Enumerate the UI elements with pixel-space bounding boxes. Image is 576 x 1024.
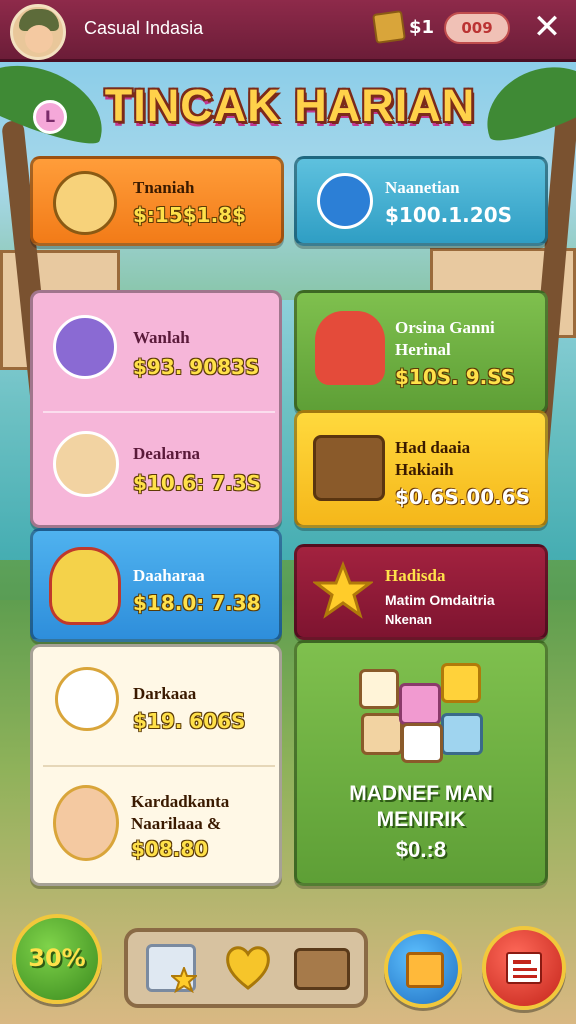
shop-card-skyblue[interactable]: Daaharaa $18.0: 7.38 (30, 528, 282, 642)
blocks-icon (355, 657, 495, 767)
shop-card-bundle[interactable]: MADNEF MAN MENIRIK $0.:8 (294, 640, 548, 886)
bundle-title-line-1: MADNEF MAN (349, 782, 493, 805)
discount-percent: 30% (28, 944, 86, 972)
inventory-tray (124, 928, 368, 1008)
pink-row-2[interactable]: Dealarna $10.6: 7.3S (33, 413, 279, 525)
item-name-line-1: Orsina Ganni (395, 318, 495, 337)
shop-card-green[interactable]: Orsina Ganni Herinal $10S. 9.SS (294, 290, 548, 414)
coin-count: $1 (409, 17, 435, 38)
item-name-line-2: Hakiaih (395, 460, 454, 479)
item-price: $93. 9083S (133, 355, 260, 379)
player-avatar[interactable] (10, 4, 66, 60)
close-icon[interactable]: ✕ (530, 10, 564, 46)
star-icon (311, 560, 375, 621)
shop-card-cream: Darkaaa $19. 606S Kardadkanta Naarilaaa … (30, 644, 282, 886)
character-icon (53, 315, 117, 379)
app-title: Casual Indasia (84, 18, 204, 38)
item-name: Wanlah (133, 328, 190, 347)
item-price: $:15$1.8$ (133, 203, 247, 227)
item-price: $18.0: 7.38 (133, 591, 261, 615)
character-icon (53, 431, 119, 497)
page-title: TINCAK HARIAN (104, 80, 476, 131)
menu-button[interactable] (482, 926, 566, 1010)
item-name: Hadisda (385, 566, 446, 585)
character-icon (49, 547, 121, 625)
item-description-line-1: Matim Omdaitria (385, 592, 495, 608)
character-icon (53, 171, 117, 235)
item-price: $19. 606S (133, 709, 246, 733)
bundle-title-line-2: MENIRIK (376, 808, 466, 831)
crate-icon[interactable] (146, 944, 197, 993)
character-icon (53, 785, 119, 861)
discount-button[interactable]: 30% (12, 914, 102, 1004)
creature-icon (55, 667, 119, 731)
item-name-line-2: Herinal (395, 340, 451, 359)
gift-box-button[interactable] (384, 930, 462, 1008)
item-name-line-2: Naarilaaa & (131, 814, 222, 833)
shop-card-yellow[interactable]: Had daaia Hakiaih $0.6S.00.6S (294, 410, 548, 528)
item-price: $10.6: 7.3S (133, 471, 262, 495)
top-bar: Casual Indasia $1 009 ✕ (0, 0, 576, 62)
shop-card-maroon[interactable]: Hadisda Matim Omdaitria Nkenan (294, 544, 548, 640)
item-name: Dealarna (133, 444, 201, 463)
heart-icon[interactable] (224, 942, 272, 992)
item-name: Naanetian (385, 178, 460, 197)
cream-row-2[interactable]: Kardadkanta Naarilaaa & $08.80 (33, 767, 279, 883)
item-price: $0.6S.00.6S (395, 485, 531, 509)
gem-count-badge[interactable]: 009 (444, 12, 510, 44)
item-name: Darkaaa (133, 684, 197, 703)
coin-crate-icon (372, 10, 406, 44)
item-name: Tnaniah (133, 178, 195, 197)
item-price: $08.80 (131, 837, 209, 861)
chest-icon[interactable] (294, 948, 350, 990)
chest-icon (313, 435, 385, 501)
cream-row-1[interactable]: Darkaaa $19. 606S (33, 647, 279, 765)
item-description-line-2: Nkenan (385, 612, 432, 627)
gift-icon (317, 173, 373, 229)
avatar-face (25, 25, 53, 53)
bundle-price: $0.:8 (395, 837, 447, 862)
shop-card-pink: Wanlah $93. 9083S Dealarna $10.6: 7.3S (30, 290, 282, 528)
gift-box-icon (406, 952, 444, 988)
item-price: $10S. 9.SS (395, 365, 516, 389)
item-name-line-1: Had daaia (395, 438, 471, 457)
item-price: $100.1.20S (385, 203, 513, 227)
menu-card-icon (506, 952, 542, 984)
item-name-line-1: Kardadkanta (131, 792, 230, 811)
shop-card-orange[interactable]: Tnaniah $:15$1.8$ (30, 156, 284, 246)
item-name: Daaharaa (133, 566, 205, 585)
pink-row-1[interactable]: Wanlah $93. 9083S (33, 293, 279, 411)
level-badge: L (33, 100, 67, 134)
shop-card-blue[interactable]: Naanetian $100.1.20S (294, 156, 548, 246)
character-icon (315, 311, 385, 385)
